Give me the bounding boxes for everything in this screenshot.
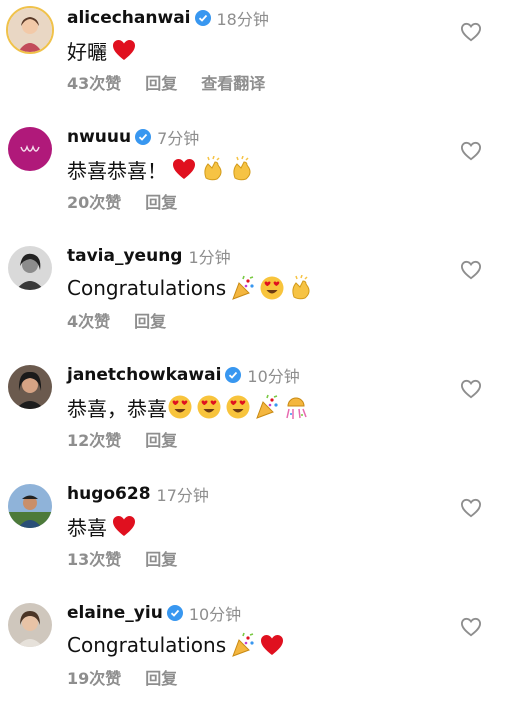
comment-text-content: 恭喜恭喜！ [67,158,167,183]
like-count[interactable]: 43次赞 [67,70,121,94]
username[interactable]: tavia_yeung [67,246,182,266]
avatar[interactable] [8,484,52,528]
like-heart-icon[interactable] [460,498,482,518]
party-popper-emoji-icon [232,632,254,657]
translate-button[interactable]: 查看翻译 [201,70,265,94]
reply-button[interactable]: 回复 [145,189,177,213]
timestamp: 1分钟 [188,248,231,267]
verified-badge-icon [135,129,152,145]
timestamp: 10分钟 [188,605,242,624]
like-heart-icon[interactable] [460,617,482,637]
clap-emoji-icon [204,156,222,181]
avatar[interactable] [8,365,52,409]
party-popper-emoji-icon [256,394,278,419]
comment-text: 恭喜 [67,512,140,540]
heart-emoji-icon [261,635,284,655]
timestamp: 17分钟 [156,486,209,505]
avatar[interactable] [6,6,54,54]
heart-eyes-emoji-icon [260,276,284,300]
comment-item: janetchowkawai 10分钟 恭喜，恭喜 12次赞 回复 [0,357,508,475]
comment-text-content: Congratulations [67,276,227,300]
avatar[interactable] [8,246,52,290]
verified-badge-icon [225,367,242,383]
heart-emoji-icon [173,159,195,179]
timestamp: 18分钟 [216,10,269,29]
like-heart-icon[interactable] [460,260,482,280]
party-popper-emoji-icon [232,275,254,300]
heart-eyes-emoji-icon [197,395,221,419]
like-heart-icon[interactable] [460,22,482,42]
like-count[interactable]: 12次赞 [67,427,121,451]
comment-text: 好曬 [67,36,140,64]
timestamp: 7分钟 [157,129,200,148]
comment-item: nwuuu 7分钟 恭喜恭喜！ 20次赞 回复 [0,119,508,237]
like-heart-icon[interactable] [460,141,482,161]
comment-text-content: 好曬 [67,39,107,64]
comment-item: hugo628 17分钟 恭喜 13次赞 回复 [0,476,508,594]
comment-item: elaine_yiu 10分钟 Congratulations 19次赞 回复 [0,595,508,713]
avatar[interactable] [8,127,52,171]
comment-item: tavia_yeung 1分钟 Congratulations 4次赞 回复 [0,238,508,356]
comment-item: alicechanwai 18分钟 好曬 43次赞 回复 查看翻译 [0,0,508,118]
comment-text-content: 恭喜 [67,515,107,540]
username[interactable]: alicechanwai [67,8,191,28]
reply-button[interactable]: 回复 [145,665,177,689]
timestamp: 10分钟 [247,367,300,386]
username[interactable]: hugo628 [67,484,151,504]
reply-button[interactable]: 回复 [145,546,177,570]
like-heart-icon[interactable] [460,379,482,399]
verified-badge-icon [194,10,211,26]
heart-emoji-icon [113,516,135,536]
reply-button[interactable]: 回复 [145,427,177,451]
username[interactable]: nwuuu [67,127,131,147]
confetti-ball-emoji-icon [286,397,307,419]
comment-text: Congratulations [67,631,288,659]
like-count[interactable]: 19次赞 [67,665,121,689]
comment-text-content: Congratulations [67,633,227,657]
heart-eyes-emoji-icon [226,395,250,419]
reply-button[interactable]: 回复 [145,70,177,94]
clap-emoji-icon [233,156,251,181]
comment-text: Congratulations [67,274,317,302]
comment-text: 恭喜恭喜！ [67,155,258,183]
username[interactable]: elaine_yiu [67,603,163,623]
like-count[interactable]: 13次赞 [67,546,121,570]
like-count[interactable]: 20次赞 [67,189,121,213]
heart-emoji-icon [113,40,135,60]
avatar[interactable] [8,603,52,647]
heart-eyes-emoji-icon [168,395,192,419]
like-count[interactable]: 4次赞 [67,308,110,332]
verified-badge-icon [166,605,183,621]
comment-text-content: 恭喜，恭喜 [67,396,167,421]
clap-emoji-icon [292,275,310,300]
comment-text: 恭喜，恭喜 [67,393,312,421]
username[interactable]: janetchowkawai [67,365,221,385]
reply-button[interactable]: 回复 [134,308,166,332]
